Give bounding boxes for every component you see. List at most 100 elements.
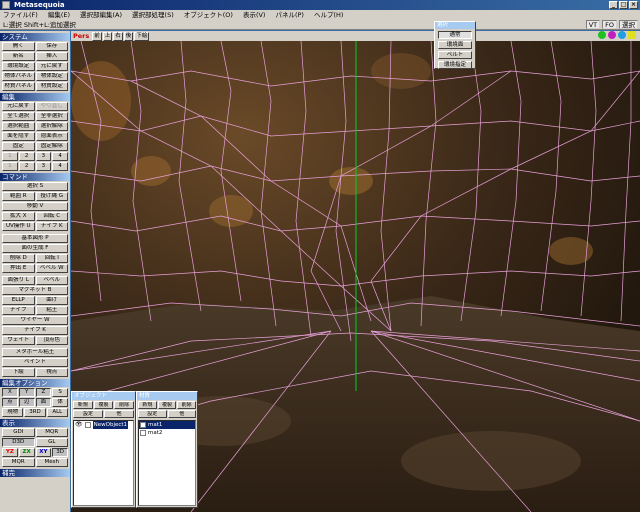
ellp-button[interactable]: ELLP [2, 296, 35, 305]
memory-4-button[interactable]: 4 [52, 152, 68, 161]
delete-tool-button[interactable]: 削除 D [2, 254, 35, 263]
material-list-item[interactable]: mat1 [139, 421, 195, 429]
environment-face-button[interactable]: 環境面 [438, 41, 472, 49]
view-tab-right[interactable]: 右 [113, 31, 123, 41]
current-object-button[interactable]: 現物 [2, 408, 24, 417]
edge-mode-button[interactable]: 辺 [18, 398, 35, 407]
view-xy-button[interactable]: XY [35, 448, 52, 457]
menu-file[interactable]: ファイル(F) [3, 10, 38, 20]
d3d-button[interactable]: D3D [2, 438, 35, 447]
gdi-button[interactable]: GDI [2, 428, 35, 437]
face-fill-button[interactable]: 面張り L [2, 276, 35, 285]
memory-2-button[interactable]: 2 [18, 152, 35, 161]
menu-panel[interactable]: パネル(P) [275, 10, 304, 20]
scale-tool-button[interactable]: 拡大 X [2, 212, 35, 221]
memory-1-button[interactable]: 1 [2, 152, 18, 161]
extrude-button[interactable]: 押出 E [2, 264, 35, 273]
all-button[interactable]: ALL [46, 408, 68, 417]
view-yz-button[interactable]: YZ [2, 448, 18, 457]
face-mode-button[interactable]: 面 [35, 398, 52, 407]
axis-y-button[interactable]: Y [18, 388, 35, 397]
view-3d-button[interactable]: 3D [52, 448, 68, 457]
minimize-button[interactable]: _ [609, 1, 618, 9]
mqr-button[interactable]: MQR [2, 458, 35, 467]
pan-view-icon[interactable] [608, 31, 616, 39]
normal-select-button[interactable]: 通常 [438, 31, 472, 39]
weight-button[interactable]: ウェイト [2, 336, 35, 345]
lock-checkbox[interactable] [84, 422, 91, 428]
rotate-tool-button[interactable]: 回転 C [35, 212, 68, 221]
paint-button[interactable]: ペイント [2, 358, 68, 367]
recall-2-button[interactable]: 2 [18, 162, 35, 171]
clear-selection-button[interactable]: 選択解除 [35, 122, 68, 131]
mqr-render-button[interactable]: MQR [35, 428, 68, 437]
object-delete-button[interactable]: 削除 [114, 401, 135, 409]
select-all-button[interactable]: 全て選択 [2, 112, 35, 121]
recall-4-button[interactable]: 4 [52, 162, 68, 171]
revert-button[interactable]: 元に戻す [35, 62, 68, 71]
pelt-button[interactable]: ペルト [438, 51, 472, 59]
3rd-button[interactable]: 3RD [24, 408, 46, 417]
deselect-all-button[interactable]: 全非選択 [35, 112, 68, 121]
clay-button[interactable]: 粘土 [35, 306, 68, 315]
material-list-item[interactable]: mat2 [139, 429, 195, 437]
menu-edit[interactable]: 編集(E) [48, 10, 70, 20]
memory-3-button[interactable]: 3 [35, 152, 52, 161]
object-other-button[interactable]: 他 [104, 410, 134, 418]
hide-face-button[interactable]: 面を隠す [2, 132, 35, 141]
view-zx-button[interactable]: ZX [18, 448, 35, 457]
viewpoint-button[interactable]: 視点 [35, 368, 68, 377]
object-duplicate-button[interactable]: 複製 [93, 401, 114, 409]
material-panel-button[interactable]: 材質パネル [2, 82, 35, 91]
primitive-button[interactable]: 基本図形 P [2, 234, 68, 243]
select-range-button[interactable]: 選択範囲 [2, 122, 35, 131]
material-other-button[interactable]: 他 [167, 410, 196, 418]
material-delete-button[interactable]: 削除 [177, 401, 197, 409]
menu-help[interactable]: ヘルプ(H) [314, 10, 343, 20]
show-hidden-button[interactable]: 隠面表示 [35, 132, 68, 141]
knife-k-button[interactable]: ナイフ K [2, 326, 68, 335]
menu-selection-edit[interactable]: 選択部編集(A) [80, 10, 122, 20]
maximize-button[interactable]: □ [619, 1, 628, 9]
zoom-view-icon[interactable] [618, 31, 626, 39]
magnet-button[interactable]: マグネット B [2, 286, 68, 295]
view-tab-underlay[interactable]: 下絵 [134, 31, 150, 41]
bevel-button[interactable]: ベベル [35, 276, 68, 285]
vertex-mode-button[interactable]: 点 [2, 398, 18, 407]
object-new-button[interactable]: 新規 [73, 401, 93, 409]
view-tab-top[interactable]: 上 [102, 31, 113, 41]
lasso-tool-button[interactable]: 投げ縄 G [35, 192, 68, 201]
bevel-w-button[interactable]: ベベル W [35, 264, 68, 273]
fit-view-icon[interactable] [628, 31, 636, 39]
rotate-view-icon[interactable] [598, 31, 606, 39]
visibility-eye-icon[interactable]: 👁 [75, 421, 83, 429]
material-new-button[interactable]: 新規 [138, 401, 157, 409]
object-list-item[interactable]: 👁 NewObject1 [74, 421, 133, 429]
view-tab-back[interactable]: 後 [123, 31, 134, 41]
object-settings-button[interactable]: 設定 [73, 410, 103, 418]
knife-uv-button[interactable]: ナイフ K [35, 222, 68, 231]
close-button[interactable]: × [629, 1, 638, 9]
mesh-button[interactable]: Mesh [35, 458, 68, 467]
range-tool-button[interactable]: 範囲 R [2, 192, 35, 201]
object-mode-button[interactable]: 体 [52, 398, 68, 407]
insert-button[interactable]: 挿入 [35, 52, 68, 61]
axis-x-button[interactable]: X [2, 388, 18, 397]
lock-button[interactable]: 固定 [2, 142, 35, 151]
wire-button[interactable]: ワイヤー W [2, 316, 68, 325]
bend-button[interactable]: 曲げ [35, 296, 68, 305]
vertex-color-button[interactable]: 頂点色 [35, 336, 68, 345]
rotate-edge-button[interactable]: 回転 I [35, 254, 68, 263]
knife-button[interactable]: ナイフ [2, 306, 35, 315]
menu-object[interactable]: オブジェクト(O) [184, 10, 233, 20]
save-button[interactable]: 保存 [35, 42, 68, 51]
object-panel-button[interactable]: 物体パネル [2, 72, 35, 81]
uv-tool-button[interactable]: UV操作 U [2, 222, 35, 231]
view-tab-front[interactable]: 前 [92, 31, 102, 41]
gl-button[interactable]: GL [35, 438, 68, 447]
redo-button[interactable]: やり直し [35, 102, 68, 111]
material-settings-button[interactable]: 材質設定 [35, 82, 68, 91]
move-tool-button[interactable]: 移動 V [2, 202, 68, 211]
menu-selection-process[interactable]: 選択部処理(S) [132, 10, 174, 20]
create-face-button[interactable]: 面の生成 F [2, 244, 68, 253]
